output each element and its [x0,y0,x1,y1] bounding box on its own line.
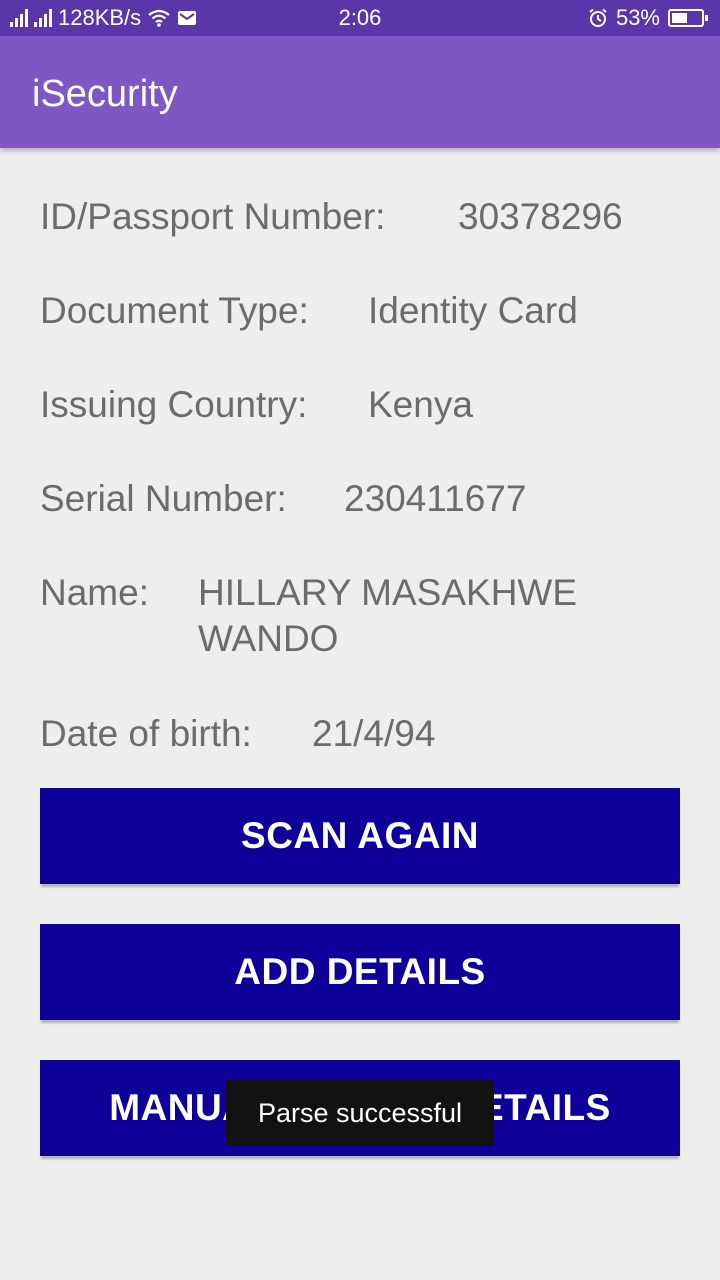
battery-level [672,13,687,23]
document-type-value: Identity Card [368,290,578,331]
wifi-icon [148,9,170,27]
status-left: 128KB/s [10,0,197,36]
serial-number-label: Serial Number: [40,478,287,519]
status-bar: 128KB/s 2:06 53% [0,0,720,36]
issuing-country-label: Issuing Country: [40,384,308,425]
name-label: Name: [40,572,149,613]
issuing-country-value: Kenya [368,384,473,425]
scan-again-button[interactable]: SCAN AGAIN [40,788,680,884]
signal-icon [10,9,28,27]
id-number-label: ID/Passport Number: [40,196,386,237]
toast-message: Parse successful [226,1080,494,1146]
battery-icon [668,9,708,27]
name-value-line2: WANDO [198,618,339,659]
dob-label: Date of birth: [40,713,252,754]
document-type-label: Document Type: [40,290,309,331]
network-speed: 128KB/s [58,5,142,30]
battery-percent: 53% [615,5,660,30]
dob-value: 21/4/94 [312,713,436,754]
name-value-line1: HILLARY MASAKHWE [198,572,578,613]
serial-number-value: 230411677 [344,478,527,519]
mail-icon [178,11,197,25]
alarm-icon [589,8,607,27]
app-title: iSecurity [32,73,178,115]
id-number-value: 30378296 [458,196,623,237]
signal-icon [34,9,52,27]
status-right: 53% [588,0,708,36]
app-bar: iSecurity [0,36,720,148]
add-details-button[interactable]: ADD DETAILS [40,924,680,1020]
